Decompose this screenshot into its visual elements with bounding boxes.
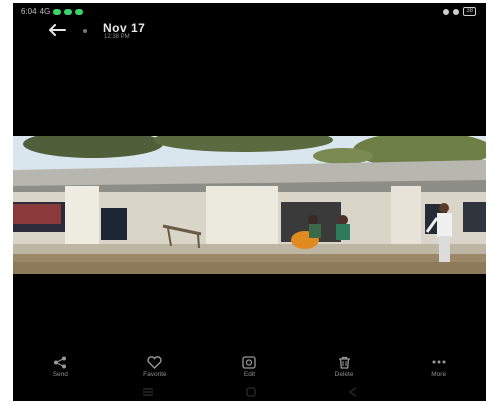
favorite-button[interactable]: Favorite <box>125 355 185 381</box>
edit-icon <box>242 355 257 369</box>
status-right: 38 <box>443 7 476 16</box>
recents-icon[interactable] <box>142 387 154 397</box>
status-pill-icon <box>75 8 84 15</box>
more-label: More <box>431 371 447 378</box>
more-button[interactable]: More <box>409 355 469 381</box>
share-icon <box>54 356 67 368</box>
battery-icon: 38 <box>463 7 476 16</box>
photo-date-title: Nov 17 <box>103 21 146 35</box>
more-icon <box>432 360 446 364</box>
signal-text: 4G <box>39 7 51 16</box>
photo-time-subtitle: 12:38 PM <box>104 34 130 40</box>
heart-icon <box>147 355 163 369</box>
edit-button[interactable]: Edit <box>219 355 279 381</box>
status-bar: 6:04 4G 38 <box>13 3 486 19</box>
send-label: Send <box>52 371 68 378</box>
alarm-icon <box>443 8 450 15</box>
status-left: 6:04 4G <box>21 7 84 16</box>
status-pill-icon <box>64 8 73 15</box>
edit-label: Edit <box>243 371 256 378</box>
status-time: 6:04 <box>21 7 37 16</box>
delete-label: Delete <box>334 371 354 378</box>
back-button[interactable] <box>45 21 69 39</box>
viewer-header: Nov 17 12:38 PM <box>13 19 486 41</box>
photo-scene <box>13 136 486 274</box>
wifi-icon <box>453 8 460 15</box>
status-pill-icon <box>53 8 62 15</box>
delete-button[interactable]: Delete <box>314 355 374 381</box>
favorite-label: Favorite <box>143 371 167 378</box>
separator-dot <box>83 29 87 33</box>
system-nav-bar <box>13 385 486 399</box>
back-nav-icon[interactable] <box>348 387 358 397</box>
back-arrow-icon <box>49 24 66 36</box>
home-icon[interactable] <box>245 387 256 397</box>
photo-action-bar: Send Favorite Edit Delete More <box>13 355 486 381</box>
phone-screen: 6:04 4G 38 Nov 17 12:38 PM Send Favorite… <box>13 3 486 401</box>
photo-image[interactable] <box>13 136 486 274</box>
trash-icon <box>338 356 350 369</box>
send-button[interactable]: Send <box>30 355 90 381</box>
